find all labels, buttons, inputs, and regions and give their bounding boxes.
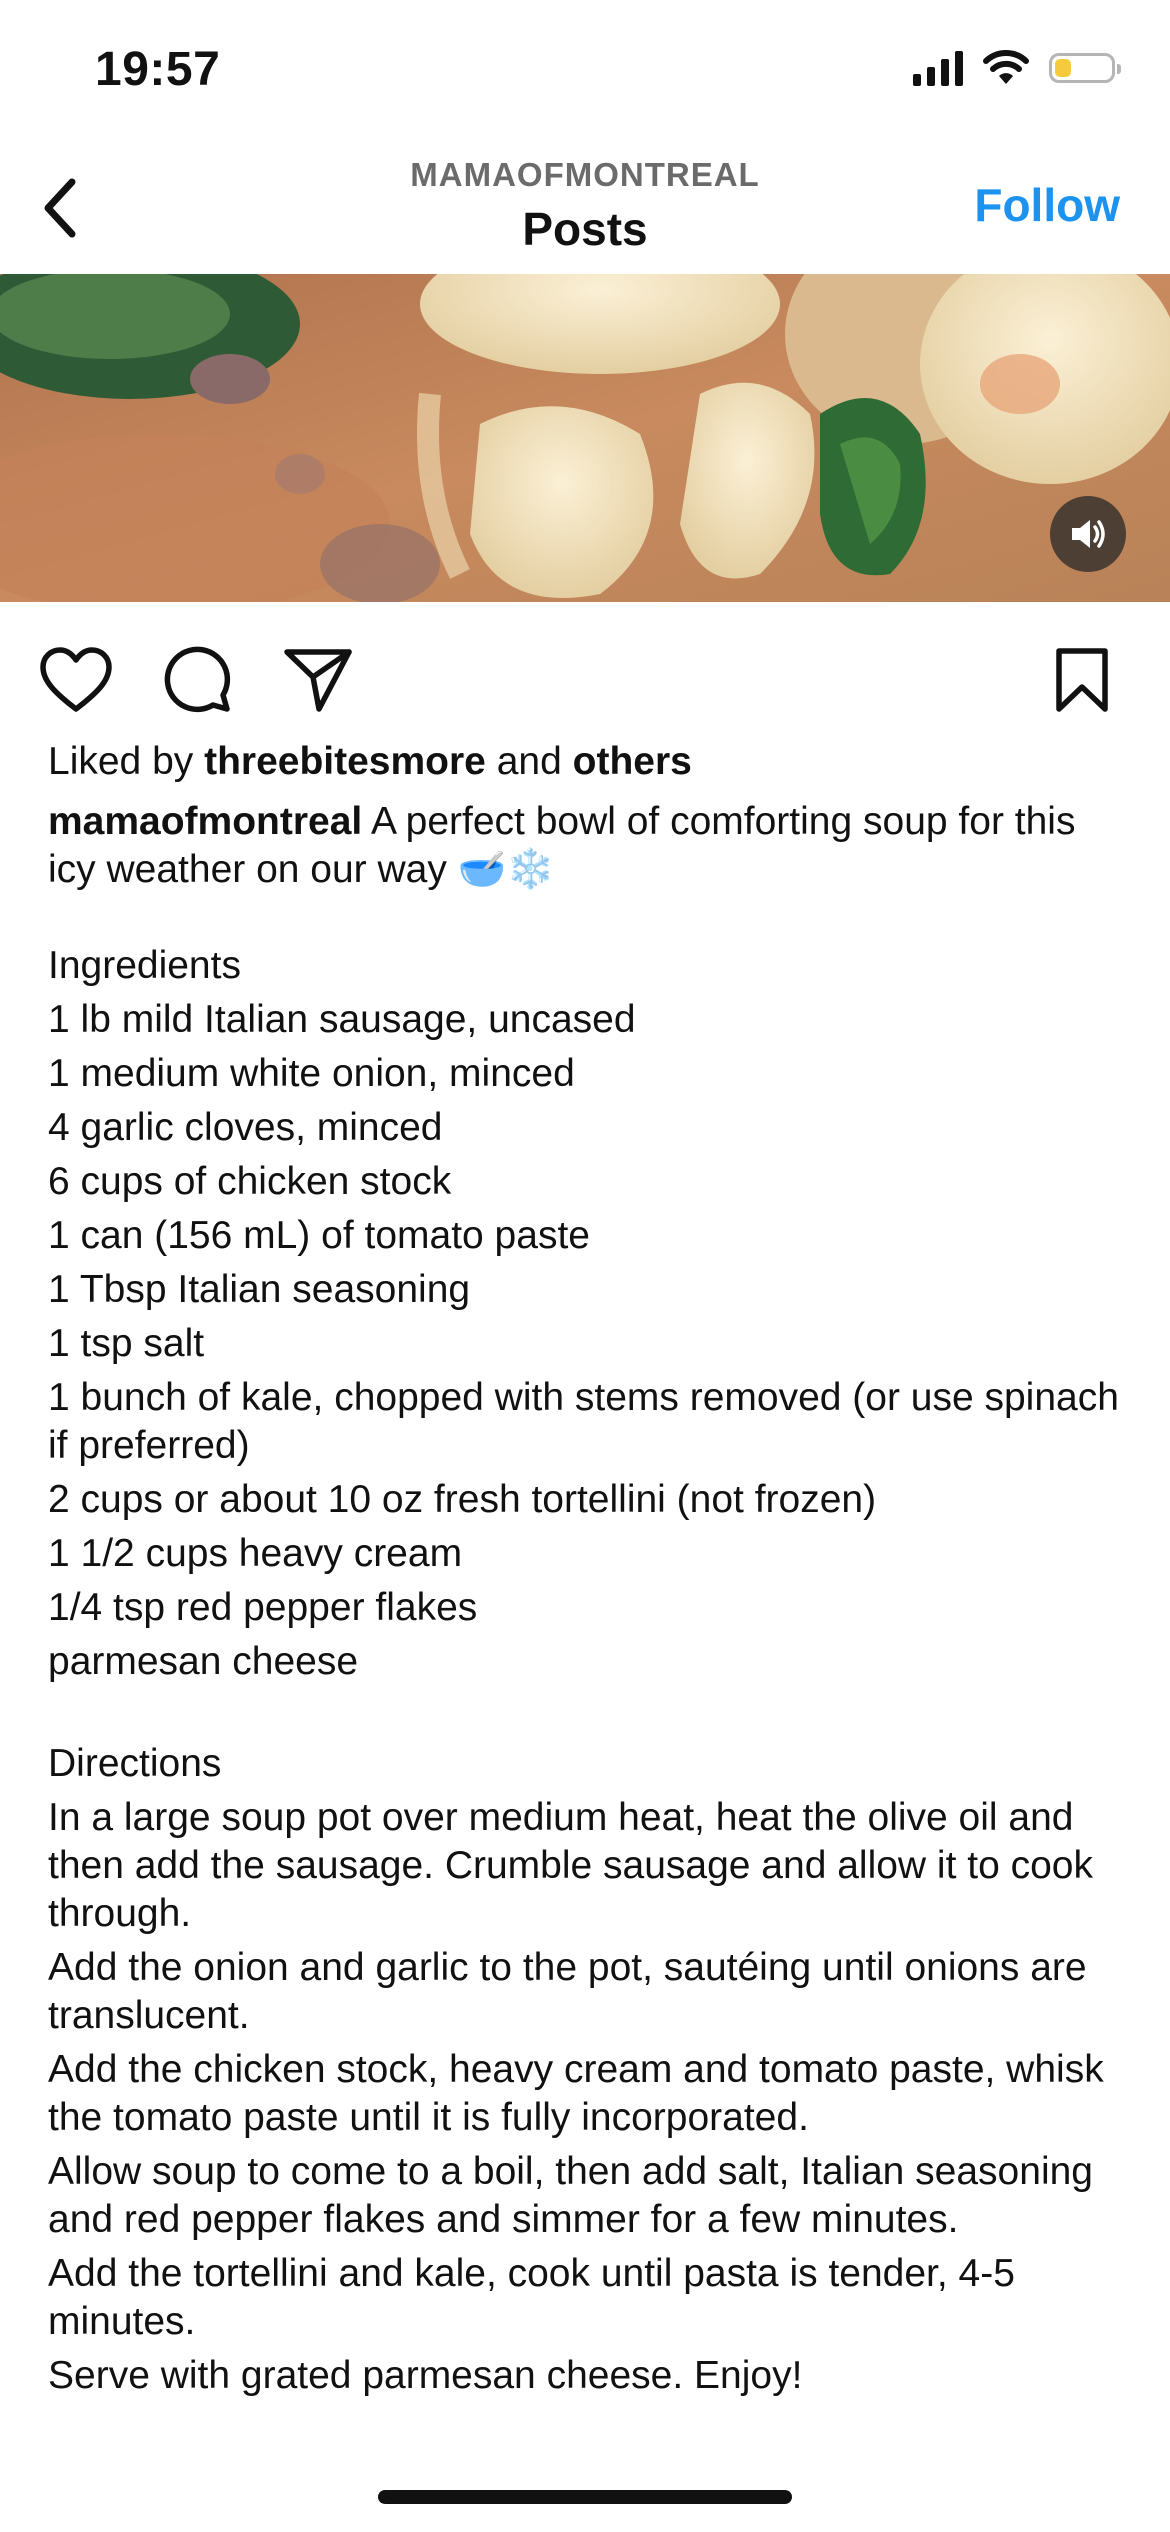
back-chevron-icon	[44, 178, 76, 238]
ingredient-item: 1/4 tsp red pepper flakes	[48, 1586, 478, 1629]
post-content: Liked by threebitesmore and others mamao…	[48, 738, 1128, 2406]
directions-heading: Directions	[48, 1742, 222, 1785]
direction-step: Add the tortellini and kale, cook until …	[48, 2252, 1015, 2343]
ingredient-item: 1 bunch of kale, chopped with stems remo…	[48, 1376, 1119, 1467]
caption-username[interactable]: mamaofmontreal	[48, 800, 362, 843]
back-button[interactable]	[20, 168, 100, 248]
mute-button[interactable]	[1050, 496, 1126, 572]
post-video-frame	[0, 274, 1170, 602]
status-icons	[913, 50, 1121, 86]
follow-button[interactable]: Follow	[974, 178, 1120, 232]
direction-step: In a large soup pot over medium heat, he…	[48, 1796, 1094, 1935]
save-button[interactable]	[1042, 640, 1122, 720]
speaker-icon	[1072, 520, 1105, 548]
direction-step: Add the onion and garlic to the pot, sau…	[48, 1946, 1087, 2037]
header: MAMAOFMONTREAL Posts Follow	[0, 150, 1170, 274]
share-icon	[284, 649, 352, 712]
heart-icon	[40, 647, 112, 712]
ingredient-item: parmesan cheese	[48, 1640, 359, 1683]
ingredient-item: 6 cups of chicken stock	[48, 1160, 452, 1203]
share-button[interactable]	[278, 640, 358, 720]
comment-button[interactable]	[158, 640, 238, 720]
like-button[interactable]	[36, 640, 116, 720]
likes-others[interactable]: others	[573, 740, 692, 783]
status-time: 19:57	[95, 43, 221, 96]
ingredient-item: 1 medium white onion, minced	[48, 1052, 575, 1095]
direction-step: Allow soup to come to a boil, then add s…	[48, 2150, 1093, 2241]
ingredients-heading: Ingredients	[48, 944, 241, 987]
ingredient-item: 1 can (156 mL) of tomato paste	[48, 1214, 590, 1257]
wifi-icon	[983, 50, 1029, 84]
battery-icon	[1049, 53, 1121, 83]
ingredient-item: 1 tsp salt	[48, 1322, 205, 1365]
direction-step: Add the chicken stock, heavy cream and t…	[48, 2048, 1104, 2139]
post-actions	[0, 620, 1170, 730]
post-video[interactable]	[0, 274, 1170, 602]
status-bar: 19:57	[0, 0, 1170, 150]
signal-icon	[913, 50, 963, 86]
likes-prefix: Liked by	[48, 740, 194, 783]
direction-step: Serve with grated parmesan cheese. Enjoy…	[48, 2354, 803, 2397]
likes-connector: and	[496, 740, 562, 783]
caption: mamaofmontreal A perfect bowl of comfort…	[48, 798, 1128, 2400]
ingredient-item: 1 Tbsp Italian seasoning	[48, 1268, 471, 1311]
bookmark-icon	[1056, 648, 1108, 712]
comment-icon	[164, 646, 231, 713]
battery-fill	[1055, 59, 1071, 77]
ingredient-item: 4 garlic cloves, minced	[48, 1106, 443, 1149]
ingredient-item: 1 1/2 cups heavy cream	[48, 1532, 463, 1575]
liked-by-user[interactable]: threebitesmore	[204, 740, 486, 783]
likes-summary[interactable]: Liked by threebitesmore and others	[48, 738, 1128, 786]
home-indicator[interactable]	[378, 2490, 792, 2504]
ingredient-item: 2 cups or about 10 oz fresh tortellini (…	[48, 1478, 877, 1521]
ingredient-item: 1 lb mild Italian sausage, uncased	[48, 998, 636, 1041]
